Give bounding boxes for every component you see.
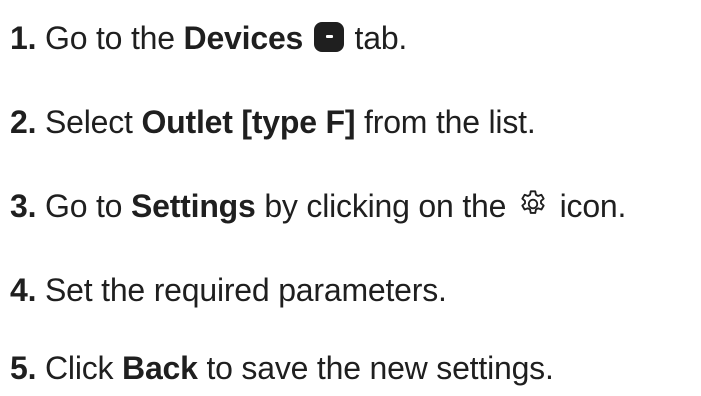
step-text: Go to the bbox=[45, 20, 175, 56]
step-5: 5. Click Back to save the new settings. bbox=[10, 348, 554, 388]
instruction-steps: 1. Go to the Devices tab. 2. Select Outl… bbox=[0, 0, 701, 396]
step-text: Select bbox=[45, 104, 133, 140]
step-text: by clicking on the bbox=[264, 188, 507, 224]
step-bold-text: Settings bbox=[130, 188, 256, 224]
step-number: 1. bbox=[10, 20, 37, 56]
step-text: icon. bbox=[559, 188, 627, 224]
step-text: Set the required parameters. bbox=[45, 272, 447, 308]
step-4: 4. Set the required parameters. bbox=[10, 270, 447, 310]
step-text: tab. bbox=[354, 20, 408, 56]
step-bold-text: Back bbox=[122, 350, 198, 386]
step-2: 2. Select Outlet [type F] from the list. bbox=[10, 102, 536, 142]
step-number: 3. bbox=[10, 188, 37, 224]
step-1: 1. Go to the Devices tab. bbox=[10, 18, 407, 58]
step-3: 3. Go to Settings by clicking on the ico… bbox=[10, 186, 626, 226]
step-text: Click bbox=[45, 350, 114, 386]
step-text: Go to bbox=[45, 188, 123, 224]
step-bold-text: Outlet [type F] bbox=[141, 104, 356, 140]
step-number: 2. bbox=[10, 104, 37, 140]
step-number: 5. bbox=[10, 350, 37, 386]
step-text: from the list. bbox=[364, 104, 536, 140]
gear-icon bbox=[521, 190, 545, 214]
step-number: 4. bbox=[10, 272, 37, 308]
devices-icon bbox=[313, 22, 344, 52]
step-bold-text: Devices bbox=[183, 20, 304, 56]
step-text: to save the new settings. bbox=[206, 350, 554, 386]
